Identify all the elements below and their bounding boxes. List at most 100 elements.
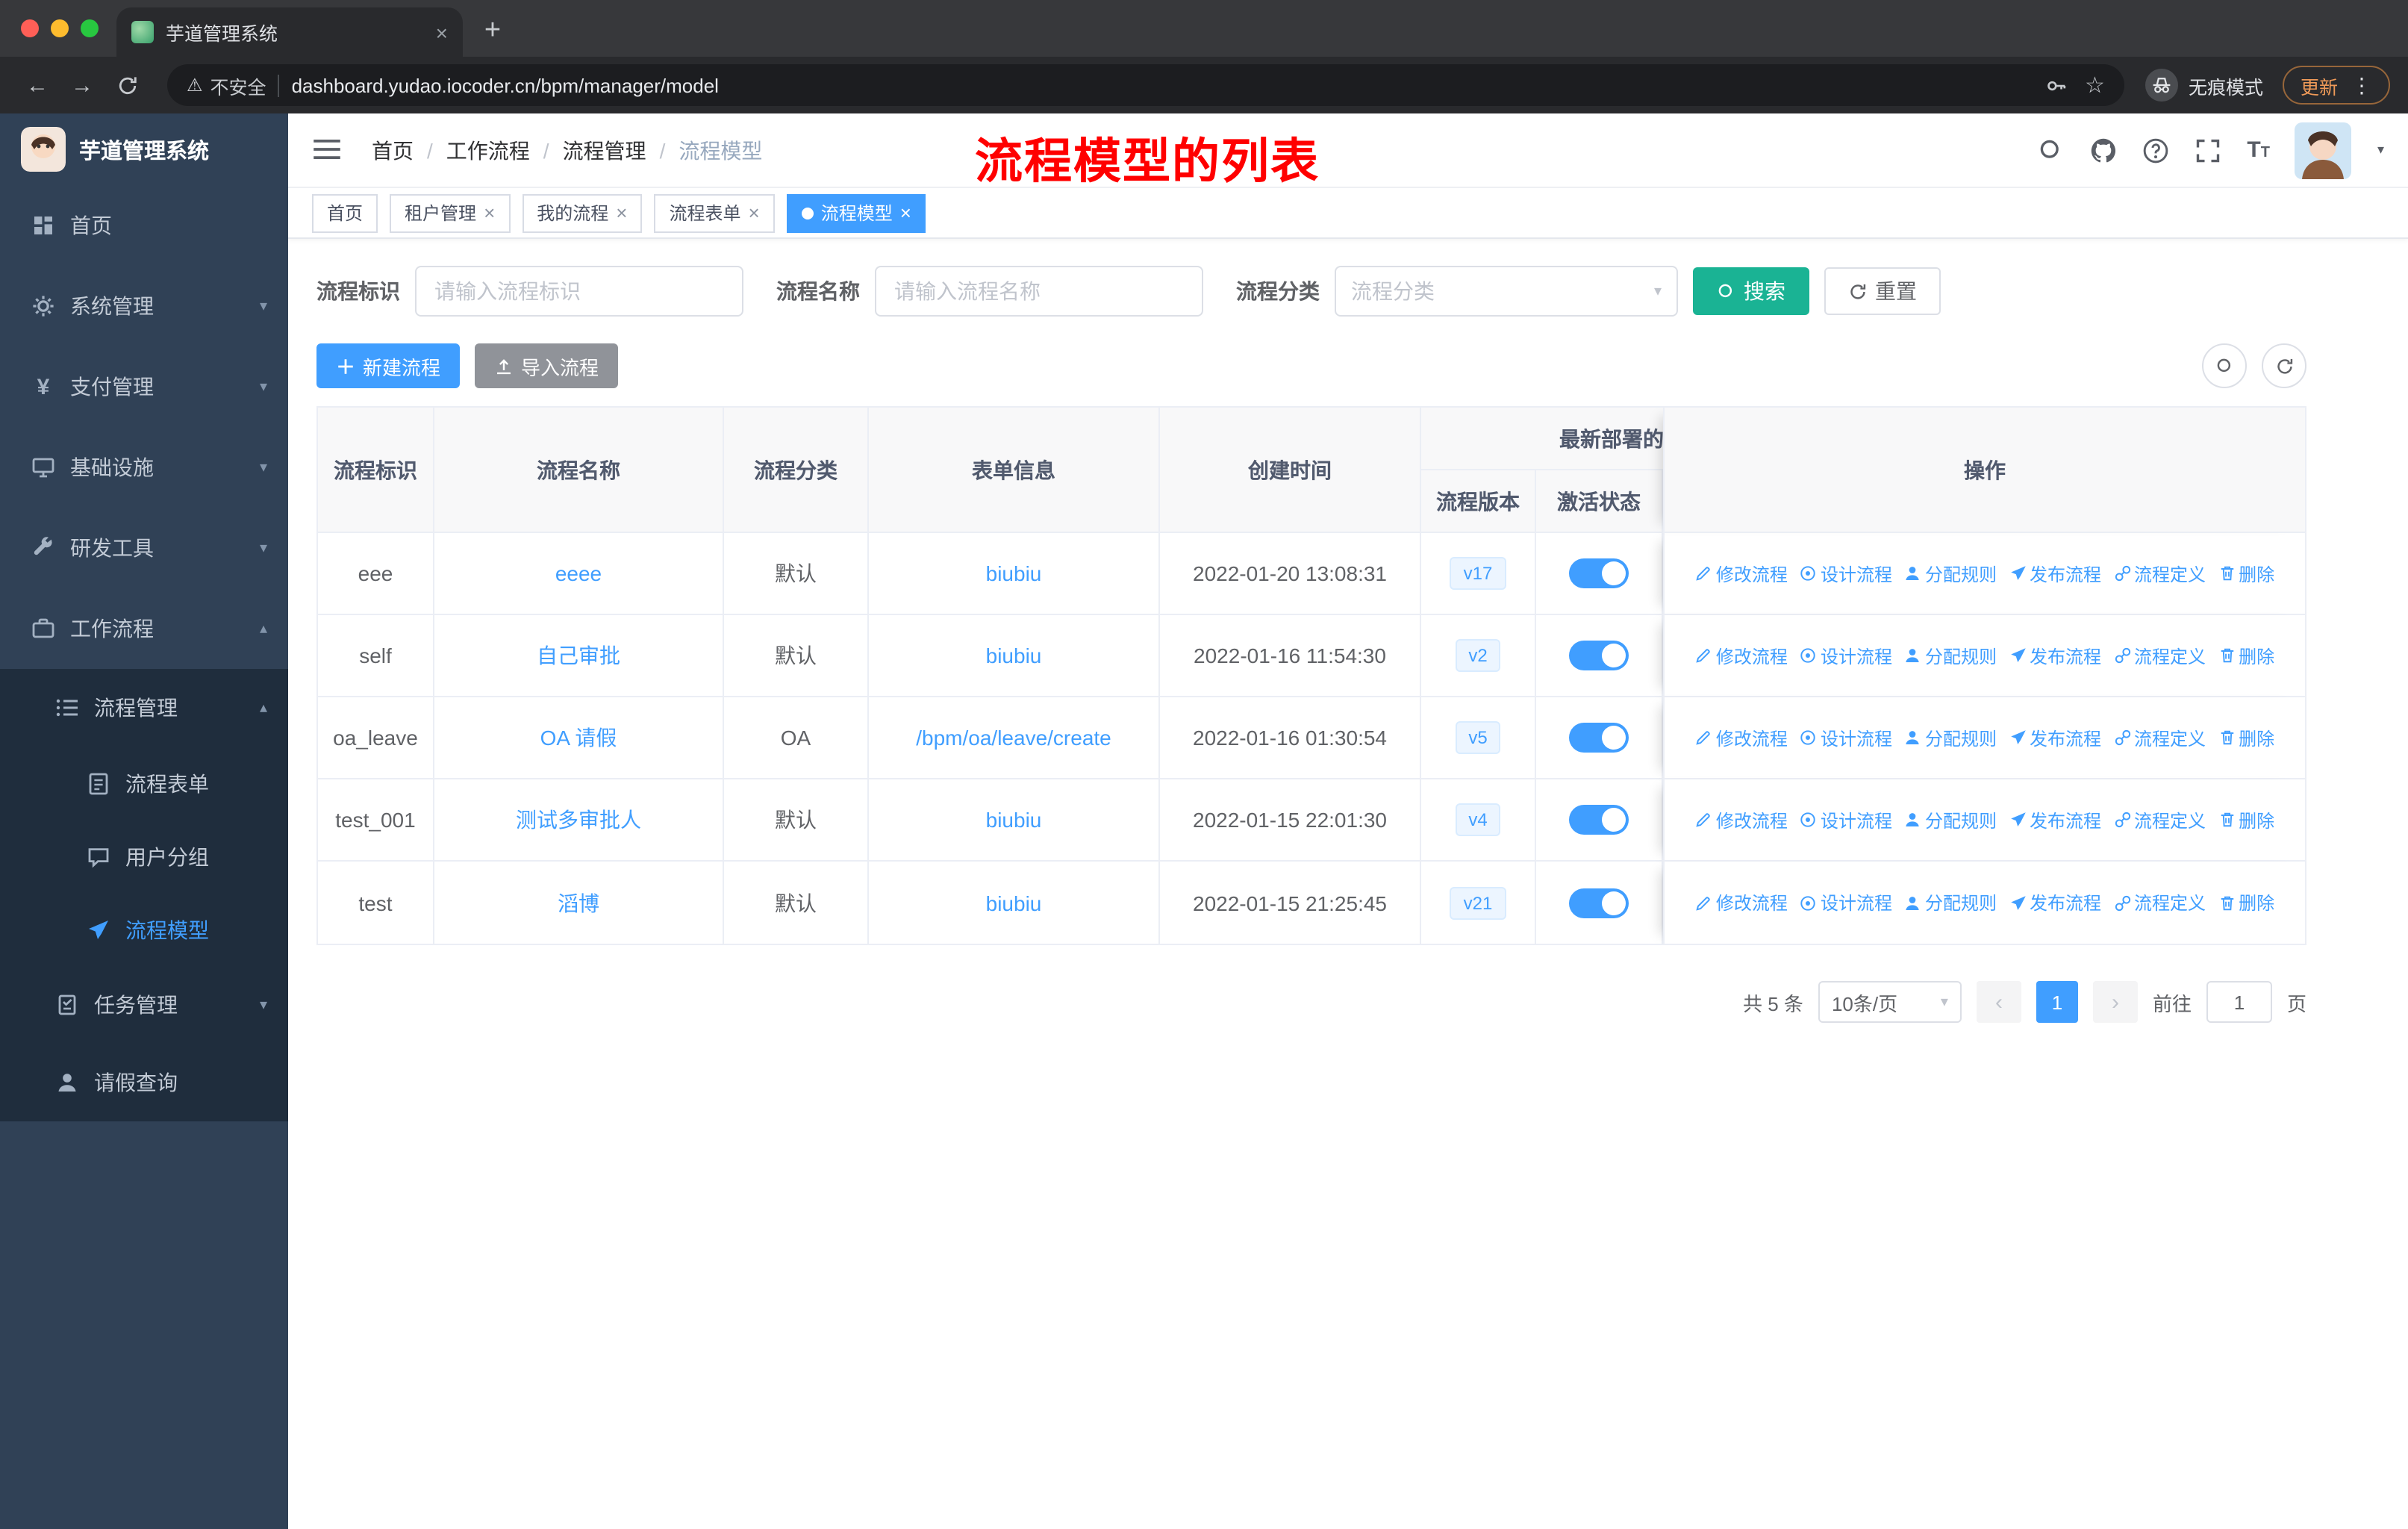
assign-rule-link[interactable]: 分配规则 (1904, 643, 1997, 668)
process-definition-link[interactable]: 流程定义 (2113, 807, 2206, 832)
tag-process-form[interactable]: 流程表单 × (654, 193, 775, 232)
zoom-window-button[interactable] (81, 19, 99, 37)
active-toggle[interactable] (1569, 723, 1629, 753)
modify-process-link[interactable]: 修改流程 (1695, 890, 1788, 915)
delete-link[interactable]: 删除 (2218, 890, 2274, 915)
avatar-caret-icon[interactable]: ▾ (2377, 142, 2384, 158)
assign-rule-link[interactable]: 分配规则 (1904, 807, 1997, 832)
page-size-select[interactable]: 10条/页 ▾ (1818, 981, 1962, 1023)
security-status[interactable]: ⚠ 不安全 (187, 71, 266, 99)
assign-rule-link[interactable]: 分配规则 (1904, 890, 1997, 915)
tag-close-icon[interactable]: × (900, 202, 911, 224)
publish-process-link[interactable]: 发布流程 (2009, 725, 2101, 750)
form-info-link[interactable]: /bpm/oa/leave/create (916, 726, 1111, 750)
tag-close-icon[interactable]: × (616, 202, 627, 224)
process-definition-link[interactable]: 流程定义 (2113, 561, 2206, 586)
browser-update-button[interactable]: 更新 ⋮ (2282, 66, 2390, 105)
process-name-link[interactable]: eeee (555, 561, 602, 585)
active-toggle[interactable] (1569, 558, 1629, 588)
delete-link[interactable]: 删除 (2218, 807, 2274, 832)
forward-button[interactable]: → (63, 66, 102, 105)
assign-rule-link[interactable]: 分配规则 (1904, 561, 1997, 586)
form-info-link[interactable]: biubiu (986, 644, 1042, 667)
search-icon[interactable] (2038, 137, 2065, 164)
delete-link[interactable]: 删除 (2218, 643, 2274, 668)
sidebar-item-task-management[interactable]: 任务管理 ▾ (0, 966, 288, 1044)
next-page-button[interactable]: › (2092, 981, 2138, 1023)
process-definition-link[interactable]: 流程定义 (2113, 643, 2206, 668)
sidebar-item-system[interactable]: 系统管理 ▾ (0, 266, 288, 346)
form-info-link[interactable]: biubiu (986, 561, 1042, 585)
address-bar[interactable]: ⚠ 不安全 dashboard.yudao.iocoder.cn/bpm/man… (167, 64, 2124, 106)
process-name-link[interactable]: 测试多审批人 (516, 808, 641, 832)
tag-home[interactable]: 首页 (312, 193, 378, 232)
sidebar-item-payment[interactable]: ¥ 支付管理 ▾ (0, 346, 288, 427)
sidebar-item-leave-query[interactable]: 请假查询 (0, 1044, 288, 1121)
publish-process-link[interactable]: 发布流程 (2009, 890, 2101, 915)
tag-close-icon[interactable]: × (484, 202, 495, 224)
process-name-input[interactable] (875, 266, 1203, 317)
sidebar-item-process-form[interactable]: 流程表单 (0, 747, 288, 820)
search-button[interactable]: 搜索 (1693, 267, 1809, 315)
publish-process-link[interactable]: 发布流程 (2009, 807, 2101, 832)
user-avatar[interactable] (2295, 122, 2352, 178)
import-process-button[interactable]: 导入流程 (475, 343, 619, 388)
bookmark-star-icon[interactable]: ☆ (2085, 72, 2105, 99)
tag-process-model[interactable]: 流程模型 × (786, 193, 926, 232)
back-button[interactable]: ← (18, 66, 57, 105)
key-icon[interactable] (2044, 74, 2067, 96)
sidebar-item-infrastructure[interactable]: 基础设施 ▾ (0, 427, 288, 508)
new-tab-button[interactable]: + (472, 10, 514, 52)
design-process-link[interactable]: 设计流程 (1800, 561, 1892, 586)
reset-button[interactable]: 重置 (1824, 267, 1941, 315)
active-toggle[interactable] (1569, 805, 1629, 835)
sidebar-item-home[interactable]: 首页 (0, 185, 288, 266)
refresh-table-button[interactable] (2262, 343, 2306, 388)
sidebar-item-workflow[interactable]: 工作流程 ▴ (0, 588, 288, 669)
active-toggle[interactable] (1569, 641, 1629, 670)
prev-page-button[interactable]: ‹ (1976, 981, 2021, 1023)
font-size-icon[interactable]: TT (2247, 137, 2270, 163)
breadcrumb-item[interactable]: 首页 (372, 135, 414, 165)
assign-rule-link[interactable]: 分配规则 (1904, 725, 1997, 750)
modify-process-link[interactable]: 修改流程 (1695, 643, 1788, 668)
modify-process-link[interactable]: 修改流程 (1695, 725, 1788, 750)
incognito-indicator[interactable]: 无痕模式 (2145, 69, 2263, 102)
create-process-button[interactable]: 新建流程 (316, 343, 461, 388)
minimize-window-button[interactable] (51, 19, 69, 37)
breadcrumb-item[interactable]: 工作流程 (446, 135, 530, 165)
breadcrumb-item[interactable]: 流程管理 (563, 135, 646, 165)
design-process-link[interactable]: 设计流程 (1800, 725, 1892, 750)
tag-tenant[interactable]: 租户管理 × (390, 193, 511, 232)
reload-button[interactable] (107, 66, 146, 105)
process-id-input[interactable] (415, 266, 743, 317)
browser-tab[interactable]: 芋道管理系统 × (116, 7, 463, 57)
close-window-button[interactable] (21, 19, 39, 37)
design-process-link[interactable]: 设计流程 (1800, 807, 1892, 832)
fullscreen-icon[interactable] (2195, 137, 2221, 164)
delete-link[interactable]: 删除 (2218, 561, 2274, 586)
goto-page-input[interactable] (2206, 981, 2272, 1023)
help-icon[interactable] (2142, 137, 2169, 164)
tab-close-icon[interactable]: × (436, 20, 448, 44)
process-name-link[interactable]: 滔博 (558, 891, 599, 915)
toggle-search-button[interactable] (2202, 343, 2247, 388)
sidebar-item-process-management[interactable]: 流程管理 ▴ (0, 669, 288, 747)
sidebar-item-process-model[interactable]: 流程模型 (0, 893, 288, 966)
sidebar-item-devtools[interactable]: 研发工具 ▾ (0, 508, 288, 588)
tag-my-process[interactable]: 我的流程 × (522, 193, 643, 232)
delete-link[interactable]: 删除 (2218, 725, 2274, 750)
form-info-link[interactable]: biubiu (986, 808, 1042, 832)
design-process-link[interactable]: 设计流程 (1800, 643, 1892, 668)
process-name-link[interactable]: OA 请假 (540, 726, 617, 750)
process-name-link[interactable]: 自己审批 (537, 644, 620, 667)
modify-process-link[interactable]: 修改流程 (1695, 561, 1788, 586)
modify-process-link[interactable]: 修改流程 (1695, 807, 1788, 832)
current-page-button[interactable]: 1 (2036, 981, 2078, 1023)
sidebar-item-user-group[interactable]: 用户分组 (0, 820, 288, 893)
active-toggle[interactable] (1569, 888, 1629, 918)
form-info-link[interactable]: biubiu (986, 891, 1042, 915)
github-icon[interactable] (2090, 137, 2117, 164)
tag-close-icon[interactable]: × (749, 202, 760, 224)
category-select[interactable]: 流程分类 ▾ (1335, 266, 1678, 317)
